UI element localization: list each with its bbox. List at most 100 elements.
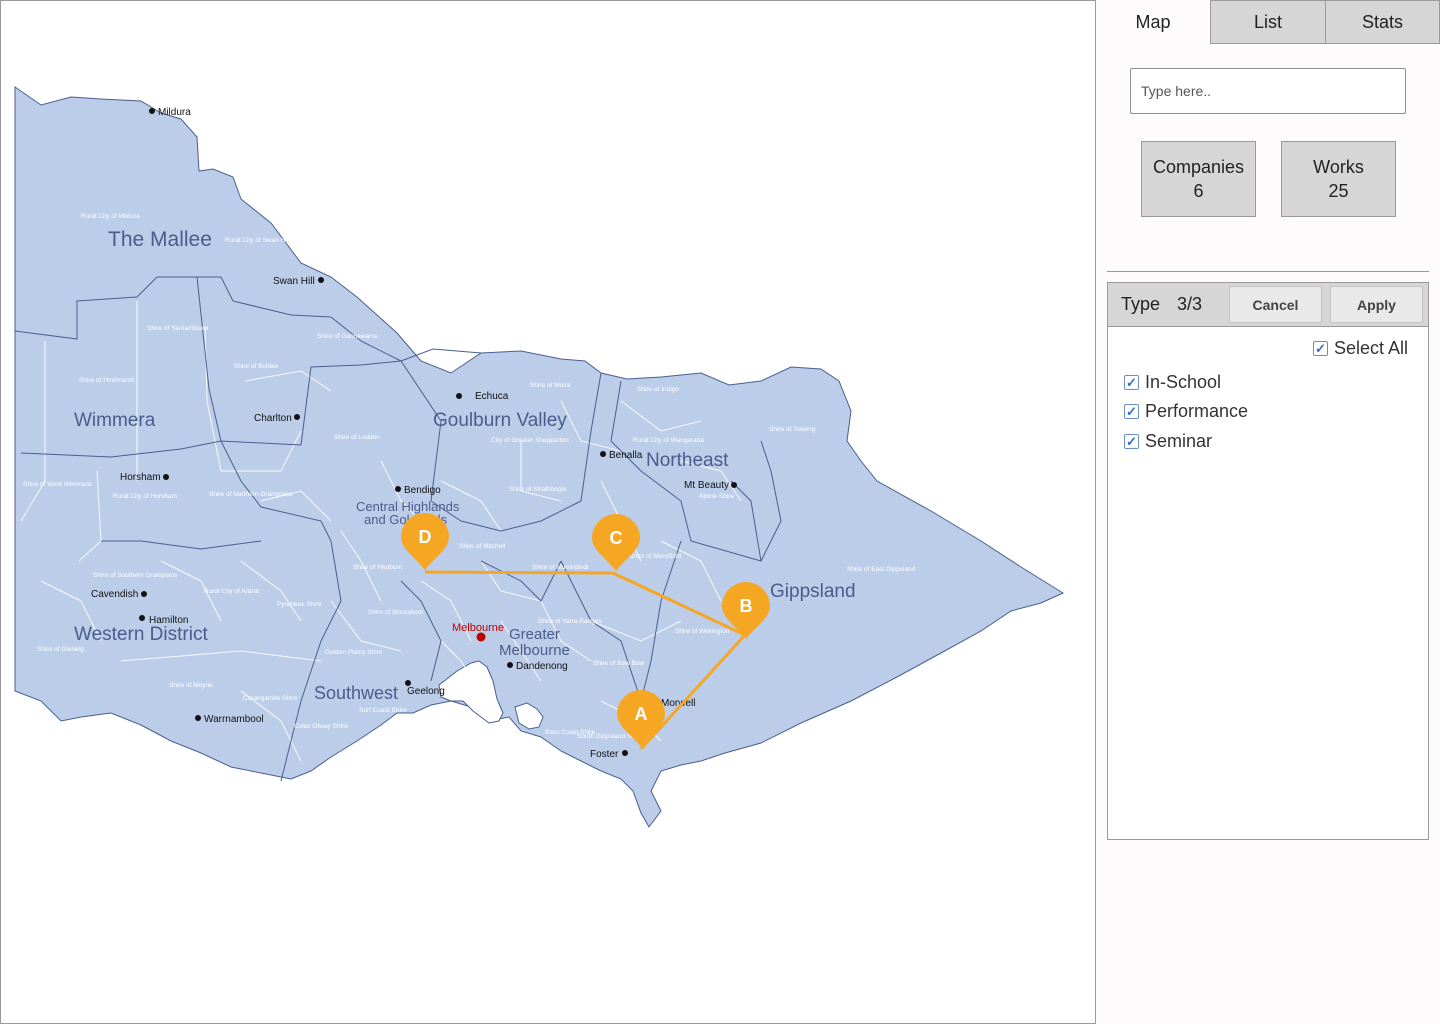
victoria-map[interactable]: The Mallee Wimmera Goulburn Valley North… — [1, 1, 1095, 1023]
shire-label: Shire of Hindmarsh — [79, 377, 135, 384]
marker-b-label: B — [740, 596, 753, 616]
shire-label: Shire of Towong — [769, 426, 816, 433]
option-label: In-School — [1145, 372, 1222, 392]
shire-label: Shire of Moyne — [169, 682, 213, 689]
shire-label: Shire of East Gippsland — [847, 566, 916, 573]
shire-label: City of Greater Shepparton — [491, 437, 569, 444]
shire-label: Corangamite Shire — [243, 695, 298, 702]
tab-stats[interactable]: Stats — [1325, 0, 1440, 44]
city-dot — [456, 393, 462, 399]
tab-bar: Map List Stats — [1096, 0, 1440, 44]
type-filter-panel: Type 3/3 Cancel Apply ✓ Select All ✓ In-… — [1107, 282, 1429, 840]
checkbox-icon[interactable]: ✓ — [1124, 375, 1139, 390]
city-label-bendigo: Bendigo — [404, 485, 441, 496]
checkbox-icon[interactable]: ✓ — [1124, 434, 1139, 449]
shire-label: Shire of Moira — [530, 382, 571, 389]
option-in-school[interactable]: ✓ In-School — [1124, 372, 1221, 393]
shire-label: Shire of Northern Grampians — [209, 491, 293, 498]
filter-header: Type 3/3 Cancel Apply — [1108, 283, 1428, 327]
city-dot — [139, 615, 145, 621]
region-label-goulburn: Goulburn Valley — [433, 410, 567, 431]
shire-label: Shire of Indigo — [637, 386, 679, 393]
map-panel[interactable]: The Mallee Wimmera Goulburn Valley North… — [0, 0, 1096, 1024]
checkbox-icon[interactable]: ✓ — [1313, 341, 1328, 356]
option-label: Seminar — [1145, 431, 1213, 451]
city-label-hamilton: Hamilton — [149, 615, 188, 626]
city-label-dandenong: Dandenong — [516, 661, 568, 672]
city-label-swanhill: Swan Hill — [273, 276, 315, 287]
city-dot — [141, 591, 147, 597]
city-label-melbourne: Melbourne — [452, 622, 504, 634]
region-label-northeast: Northeast — [646, 450, 729, 471]
marker-d-label: D — [419, 527, 432, 547]
checkmark-icon: ✓ — [1126, 404, 1137, 419]
select-all-checkbox[interactable]: ✓ Select All — [1313, 338, 1408, 359]
shire-label: Alpine Shire — [699, 493, 734, 500]
option-seminar[interactable]: ✓ Seminar — [1124, 431, 1212, 452]
shire-label: Shire of Glenelg — [37, 646, 84, 653]
shire-label: Shire of Moorabool — [368, 609, 423, 616]
city-label-horsham: Horsham — [120, 472, 161, 483]
companies-count: 6 — [1193, 181, 1204, 201]
city-dot — [507, 662, 513, 668]
city-label-warrnambool: Warrnambool — [204, 714, 264, 725]
tab-list[interactable]: List — [1210, 0, 1326, 44]
city-dot — [149, 108, 155, 114]
companies-label: Companies — [1152, 157, 1245, 177]
shire-label: Shire of Wellington — [675, 628, 730, 635]
region-label-greater-2: Melbourne — [499, 642, 570, 659]
shire-label: Shire of West Wimmera — [23, 481, 92, 488]
city-dot — [395, 486, 401, 492]
shire-label: Pyrenees Shire — [277, 601, 322, 608]
option-label: Performance — [1145, 401, 1249, 421]
region-label-western: Western District — [74, 624, 208, 645]
marker-a-label: A — [635, 704, 648, 724]
select-all-label: Select All — [1334, 338, 1409, 358]
filter-count: 3/3 — [1177, 294, 1203, 314]
city-label-echuca: Echuca — [475, 391, 509, 402]
shire-label: Shire of Yarra Ranges — [538, 618, 602, 625]
city-label-cavendish: Cavendish — [91, 589, 138, 600]
shire-label: Shire of Mitchell — [459, 543, 506, 550]
shire-label: Rural City of Wangaratta — [633, 437, 704, 444]
shire-label: Shire of Buloke — [234, 363, 278, 370]
checkmark-icon: ✓ — [1315, 341, 1326, 356]
tab-map[interactable]: Map — [1096, 0, 1210, 44]
works-count: 25 — [1328, 181, 1349, 201]
shire-label: Golden Plains Shire — [325, 649, 383, 656]
checkmark-icon: ✓ — [1126, 434, 1137, 449]
region-label-southwest: Southwest — [314, 683, 398, 703]
shire-label: Surf Coast Shire — [359, 707, 407, 714]
city-label-benalla: Benalla — [609, 450, 643, 461]
shire-label: Rural City of Mildura — [81, 213, 140, 220]
city-label-charlton: Charlton — [254, 413, 292, 424]
region-label-greater-1: Greater — [509, 626, 560, 643]
shire-label: Shire of Mansfield — [629, 553, 681, 560]
region-label-wimmera: Wimmera — [74, 410, 156, 431]
city-dot — [163, 474, 169, 480]
shire-label: Shire of Murrindindi — [532, 564, 588, 571]
option-performance[interactable]: ✓ Performance — [1124, 401, 1248, 422]
shire-label: Colac Otway Shire — [294, 723, 348, 730]
marker-c-label: C — [610, 528, 623, 548]
shire-label: Shire of Southern Grampians — [93, 572, 178, 579]
region-label-mallee: The Mallee — [108, 228, 212, 251]
shire-label: Rural City of Swan Hill — [225, 237, 290, 244]
checkmark-icon: ✓ — [1126, 375, 1137, 390]
filter-title: Type — [1121, 294, 1161, 314]
checkbox-icon[interactable]: ✓ — [1124, 404, 1139, 419]
shire-label: Rural City of Ararat — [204, 588, 259, 595]
city-dot — [731, 482, 737, 488]
works-label: Works — [1313, 157, 1364, 177]
city-dot — [318, 277, 324, 283]
region-label-gippsland: Gippsland — [770, 581, 856, 602]
city-dot — [600, 451, 606, 457]
cancel-button[interactable]: Cancel — [1229, 286, 1322, 323]
divider — [1107, 271, 1429, 272]
search-input[interactable] — [1130, 68, 1406, 114]
shire-label: Shire of Strathbogie — [509, 486, 567, 493]
apply-button[interactable]: Apply — [1330, 286, 1423, 323]
city-label-mtbeauty: Mt Beauty — [684, 480, 729, 491]
works-stat-button[interactable]: Works 25 — [1281, 141, 1396, 217]
companies-stat-button[interactable]: Companies 6 — [1141, 141, 1256, 217]
